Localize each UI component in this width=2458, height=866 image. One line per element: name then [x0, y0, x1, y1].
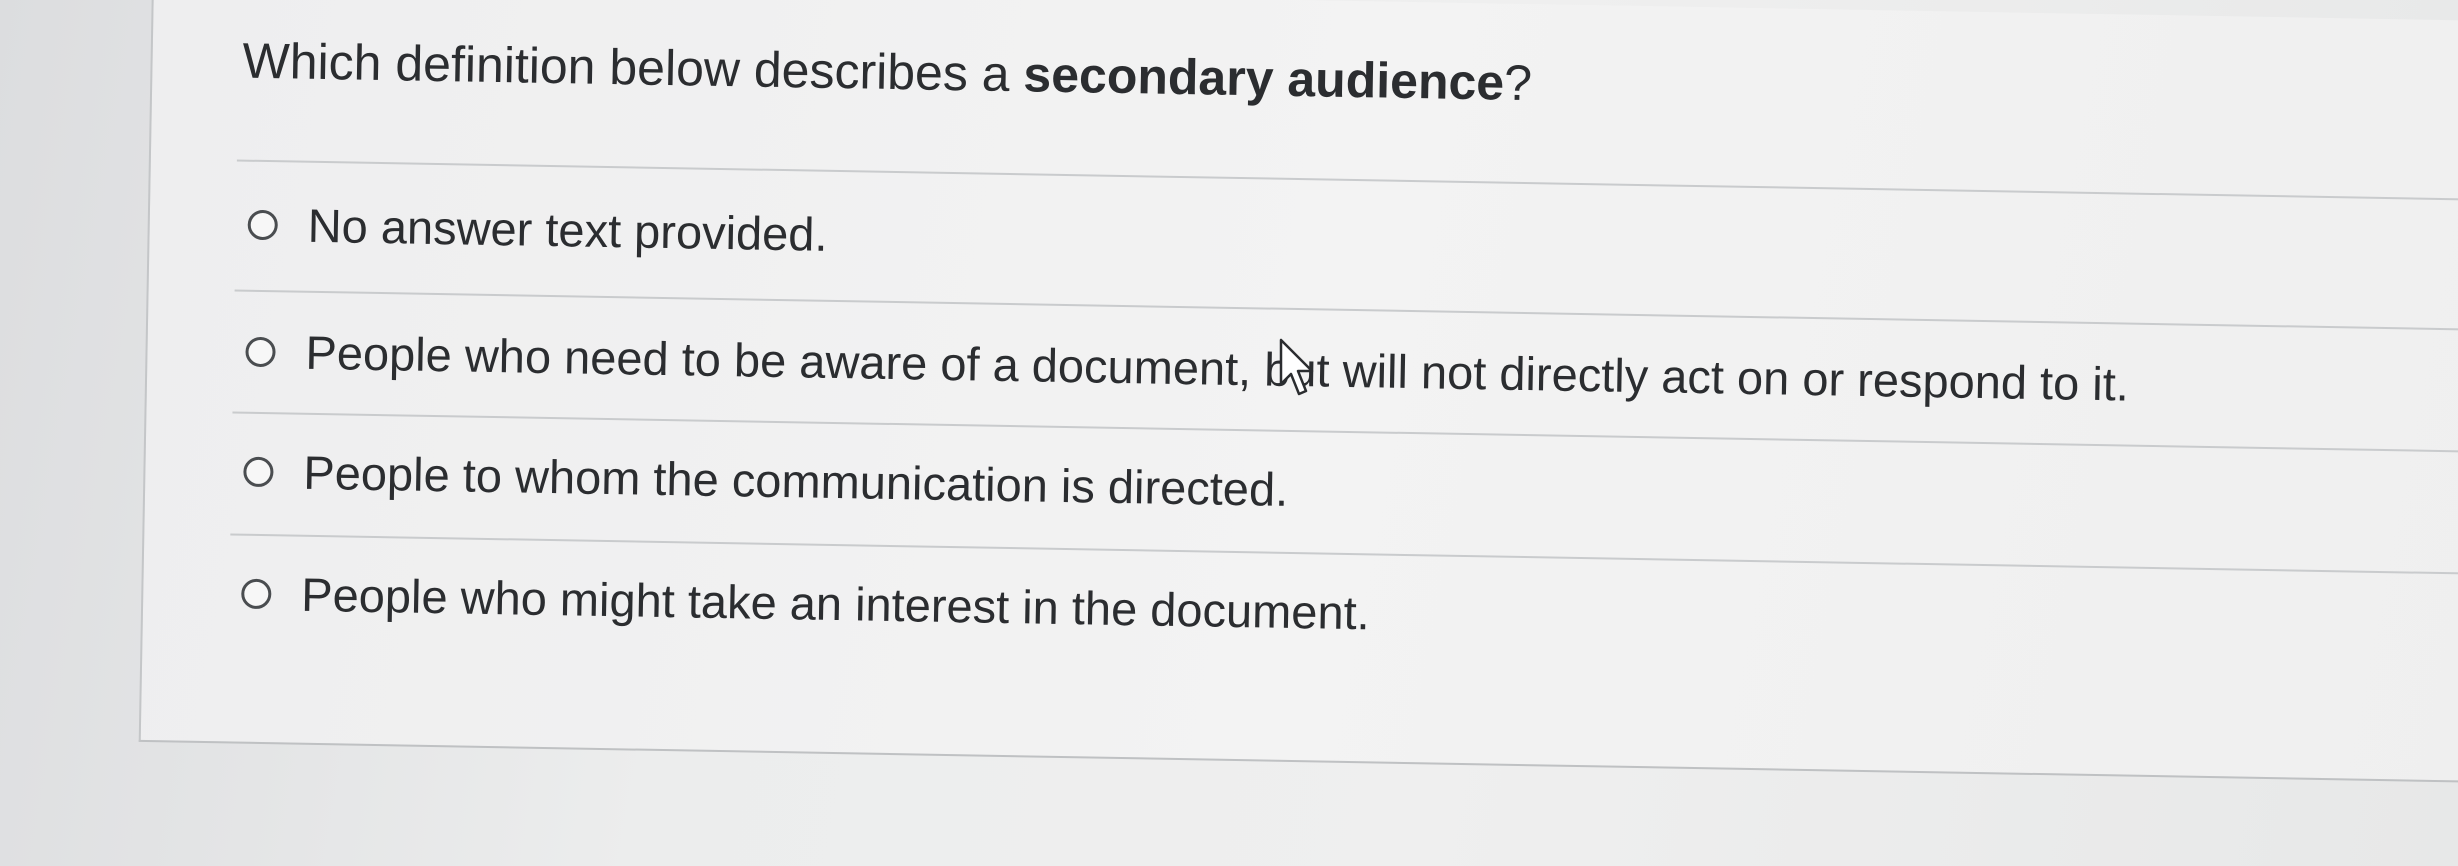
answer-option-label: People who might take an interest in the…: [300, 567, 1371, 640]
radio-button-icon[interactable]: [241, 578, 272, 609]
answer-option-label: People to whom the communication is dire…: [302, 445, 1289, 516]
answer-option-1[interactable]: No answer text provided.: [247, 197, 828, 262]
question-text: Which definition below describes a secon…: [242, 32, 1532, 112]
question-emphasis: secondary audience: [1022, 46, 1505, 111]
screen: Which definition below describes a secon…: [0, 0, 2458, 866]
radio-button-icon[interactable]: [243, 456, 274, 487]
answer-option-4[interactable]: People who might take an interest in the…: [241, 566, 1370, 641]
divider: [230, 533, 2458, 575]
answer-option-2[interactable]: People who need to be aware of a documen…: [245, 324, 2129, 412]
divider: [234, 289, 2458, 331]
answer-option-3[interactable]: People to whom the communication is dire…: [243, 444, 1289, 517]
mouse-pointer-icon: [1279, 338, 1314, 396]
divider: [236, 159, 2458, 201]
question-prefix: Which definition below describes a: [242, 32, 1024, 103]
answer-option-label: People who need to be aware of a documen…: [305, 325, 2130, 411]
answer-option-label: No answer text provided.: [307, 198, 829, 261]
radio-button-icon[interactable]: [247, 209, 279, 240]
divider: [232, 411, 2458, 453]
radio-button-icon[interactable]: [245, 336, 276, 367]
question-suffix: ?: [1503, 54, 1533, 112]
